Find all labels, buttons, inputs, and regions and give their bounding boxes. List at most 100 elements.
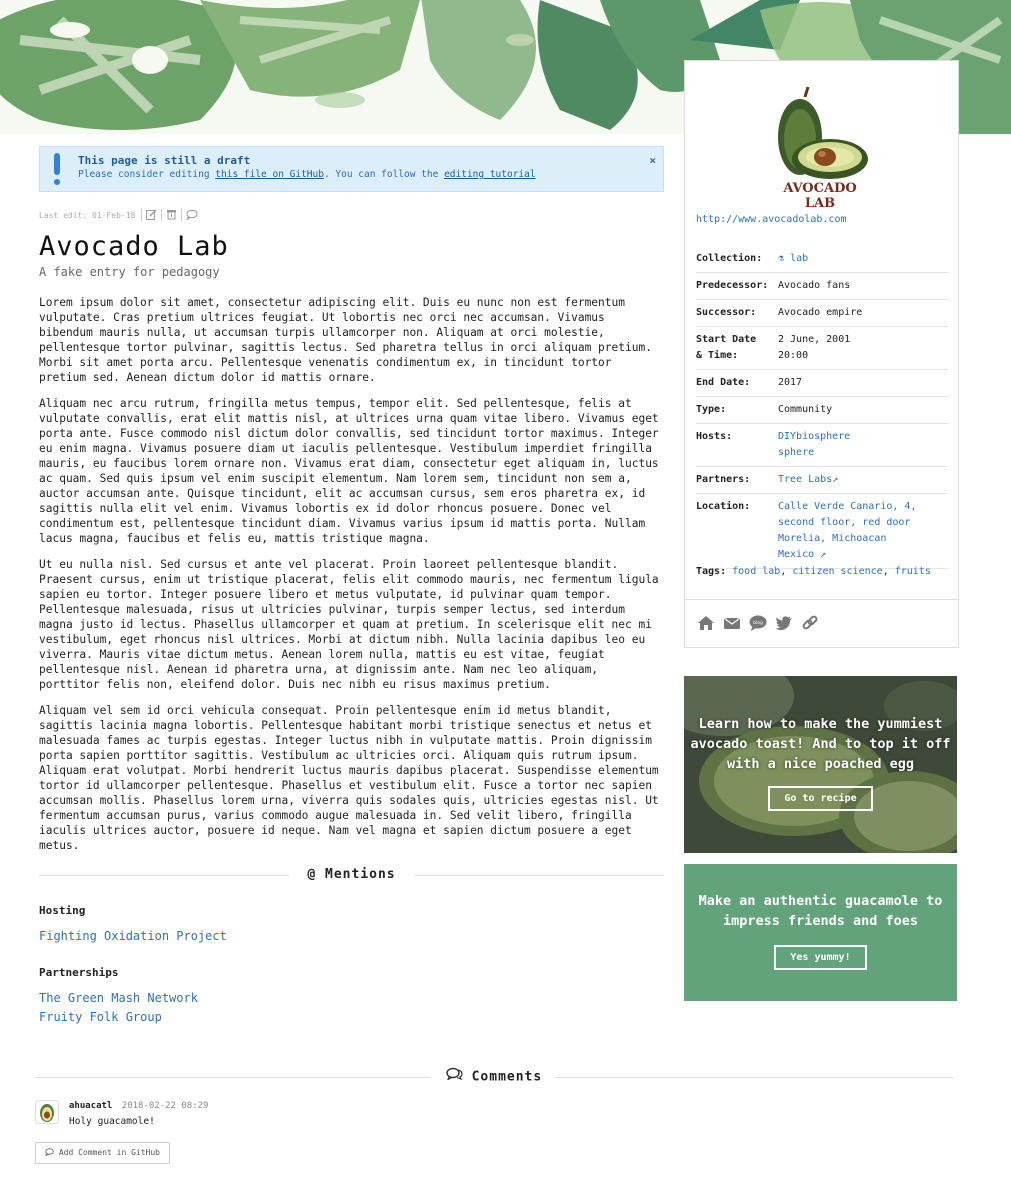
logo-text: AVOCADO LAB <box>783 181 857 211</box>
prop-value: Avocado fans <box>778 280 851 291</box>
history-icon[interactable] <box>161 209 177 221</box>
prop-end-date: End Date: 2017 <box>696 370 948 397</box>
blog-icon[interactable]: blog <box>748 613 768 633</box>
draft-notice: This page is still a draft Please consid… <box>39 146 664 192</box>
partner-link[interactable]: Tree Labs <box>778 474 832 485</box>
comment-author: ahuacatl 2018-02-22 08:29 <box>69 1101 208 1111</box>
mentions-heading: @ Mentions <box>39 864 664 886</box>
properties-table: Collection: ⚗ lab Predecessor: Avocado f… <box>696 246 948 569</box>
host-link[interactable]: DIYbiosphere <box>778 431 850 442</box>
avocado-lab-logo: AVOCADO LAB <box>770 77 870 211</box>
comment-icon <box>45 1148 59 1157</box>
envelope-icon[interactable] <box>722 613 742 633</box>
body-paragraph: Lorem ipsum dolor sit amet, consectetur … <box>39 296 652 384</box>
location-line: Calle Verde Canario, 4, <box>778 501 917 512</box>
prop-label: Predecessor: <box>696 280 769 291</box>
comment-item: ahuacatl 2018-02-22 08:29 Holy guacamole… <box>35 1100 953 1134</box>
twitter-icon[interactable] <box>774 613 794 633</box>
mention-link[interactable]: The Green Mash Network <box>39 989 664 1008</box>
website-link[interactable]: http://www.avocadolab.com <box>696 214 847 225</box>
page-subtitle: A fake entry for pedagogy <box>39 265 220 279</box>
prop-label: Hosts: <box>696 431 733 442</box>
mentions-title: @ Mentions <box>295 864 408 886</box>
prop-predecessor: Predecessor: Avocado fans <box>696 273 948 300</box>
info-card: AVOCADO LAB http://www.avocadolab.com Co… <box>684 60 959 648</box>
prop-label: Type: <box>696 404 727 415</box>
external-link-icon: ↗ <box>820 549 827 560</box>
divider <box>35 1077 430 1078</box>
github-file-link[interactable]: this file on GitHub <box>215 169 324 180</box>
prop-hosts: Hosts: DIYbiosphere sphere <box>696 424 948 467</box>
guacamole-promo: Make an authentic guacamole to impress f… <box>684 864 957 1001</box>
flask-icon: ⚗ <box>778 253 785 264</box>
prop-label: Start Date & Time: <box>696 332 778 364</box>
draft-message: Please consider editing this file on Git… <box>78 168 653 182</box>
prop-label-line: Start Date <box>696 334 757 345</box>
draft-text-middle: . You can follow the <box>323 169 445 180</box>
prop-start-date: Start Date & Time: 2 June, 2001 20:00 <box>696 327 948 370</box>
avatar[interactable] <box>35 1100 59 1124</box>
close-icon[interactable]: × <box>649 154 656 167</box>
collection-link[interactable]: lab <box>790 253 808 264</box>
mentions-list: Fighting Oxidation Project <box>39 927 664 946</box>
location-line: Mexico <box>778 549 815 560</box>
comments-heading: Comments <box>35 1066 953 1089</box>
recipe-promo: Learn how to make the yummiest avocado t… <box>684 676 957 853</box>
social-links: blog <box>696 613 820 633</box>
prop-label-line: & Time: <box>696 350 739 361</box>
divider <box>685 599 958 600</box>
mention-link[interactable]: Fighting Oxidation Project <box>39 927 664 946</box>
body-paragraph: Aliquam vel sem id orci vehicula consequ… <box>39 704 659 852</box>
prop-label: Partners: <box>696 474 751 485</box>
editing-tutorial-link[interactable]: editing tutorial <box>444 169 536 180</box>
prop-value: DIYbiosphere sphere <box>778 429 850 461</box>
comment-username[interactable]: ahuacatl <box>69 1101 112 1111</box>
exclamation-icon <box>53 153 61 187</box>
mention-link[interactable]: Fruity Folk Group <box>39 1008 664 1027</box>
mentions-list: The Green Mash Network Fruity Folk Group <box>39 989 664 1027</box>
start-time-value: 20:00 <box>778 350 809 361</box>
prop-value: ⚗ lab <box>778 251 808 267</box>
tag-link[interactable]: fruits <box>895 566 931 577</box>
prop-value: Calle Verde Canario, 4, second floor, red… <box>778 499 916 563</box>
svg-text:blog: blog <box>753 620 763 626</box>
edit-icon[interactable] <box>141 209 157 221</box>
prop-type: Type: Community <box>696 397 948 424</box>
body-paragraph: Aliquam nec arcu rutrum, fringilla metus… <box>39 397 659 545</box>
comment-date: 2018-02-22 08:29 <box>121 1101 209 1111</box>
prop-collection: Collection: ⚗ lab <box>696 246 948 273</box>
promo-text: Learn how to make the yummiest avocado t… <box>690 716 951 772</box>
link-icon[interactable] <box>800 613 820 633</box>
main-content: This page is still a draft Please consid… <box>39 146 664 1027</box>
mentions-category: Partnerships <box>39 966 119 979</box>
location-link[interactable]: Calle Verde Canario, 4, second floor, red… <box>778 501 916 560</box>
draft-text-before: Please consider editing <box>78 169 216 180</box>
tag-link[interactable]: citizen science <box>792 566 882 577</box>
location-line: second floor, red door <box>778 517 911 528</box>
tags-row: Tags: food lab, citizen science, fruits <box>696 566 931 577</box>
comment-icon[interactable] <box>181 209 198 221</box>
prop-label: End Date: <box>696 377 751 388</box>
prop-value: Tree Labs↗ <box>778 472 838 488</box>
tags-label: Tags: <box>696 566 727 577</box>
divider <box>39 875 289 876</box>
add-comment-label: Add Comment in GitHub <box>58 1148 160 1157</box>
recipe-button[interactable]: Go to recipe <box>768 786 873 811</box>
comments-section: Comments ahuacatl 2018-02-22 08:29 Holy … <box>35 1066 953 1164</box>
mentions-category: Hosting <box>39 904 86 917</box>
draft-title: This page is still a draft <box>78 154 251 167</box>
prop-value: Avocado empire <box>778 307 863 318</box>
prop-label: Collection: <box>696 253 763 264</box>
prop-location: Location: Calle Verde Canario, 4, second … <box>696 494 948 569</box>
host-link[interactable]: sphere <box>778 447 814 458</box>
yes-yummy-button[interactable]: Yes yummy! <box>774 945 867 970</box>
page-title: Avocado Lab <box>39 231 229 262</box>
body-paragraph: Ut eu nulla nisl. Sed cursus et ante vel… <box>39 558 659 691</box>
home-icon[interactable] <box>696 613 716 633</box>
prop-value: 2017 <box>778 377 803 388</box>
add-comment-button[interactable]: Add Comment in GitHub <box>35 1142 170 1164</box>
tag-link[interactable]: food lab <box>732 566 780 577</box>
entry-body: Lorem ipsum dolor sit amet, consectetur … <box>39 295 664 853</box>
promo-text: Make an authentic guacamole to impress f… <box>698 893 943 929</box>
divider <box>555 1077 953 1078</box>
